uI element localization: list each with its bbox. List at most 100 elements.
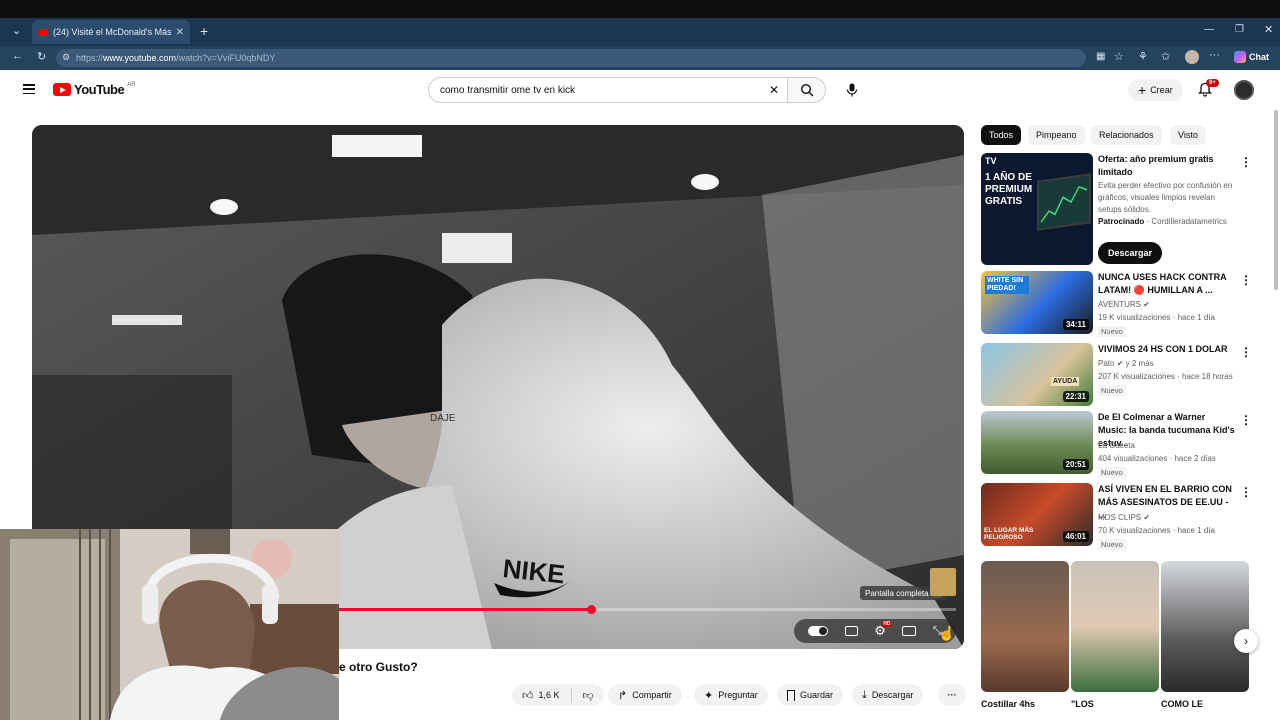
youtube-play-icon — [53, 83, 71, 96]
ad-thumb-headline: 1 AÑO DE PREMIUM GRATIS — [985, 172, 1032, 208]
rec-thumb-text-4: EL LUGAR MÁS PELIGROSO — [984, 527, 1034, 541]
youtube-logo[interactable]: YouTube AR — [53, 82, 136, 97]
rec-thumbnail-4[interactable]: EL LUGAR MÁS PELIGROSO 46:01 — [981, 483, 1093, 546]
menu-hamburger-icon[interactable] — [23, 84, 35, 94]
subtitles-icon[interactable] — [844, 626, 858, 636]
url-field[interactable]: ⚙ https://www.youtube.com/watch?v=VviFU0… — [56, 49, 1086, 67]
mouse-cursor-icon: ☝ — [938, 625, 956, 641]
copilot-chat-button[interactable]: Chat — [1234, 49, 1269, 65]
channel-name: Pato — [1098, 359, 1115, 368]
save-label: Guardar — [800, 690, 834, 700]
thumbs-down-icon[interactable]: 👎︎ — [583, 689, 594, 702]
ad-advertiser: Cordilleradatametrics — [1151, 217, 1227, 226]
favorites-icon[interactable]: ✩ — [1161, 50, 1170, 63]
clear-search-icon[interactable]: ✕ — [769, 83, 779, 97]
country-code: AR — [127, 82, 136, 88]
create-button[interactable]: + Crear — [1128, 79, 1183, 101]
save-button[interactable]: Guardar — [777, 684, 844, 706]
notifications-button[interactable]: 9+ — [1198, 79, 1219, 102]
tab-close-icon[interactable]: ✕ — [176, 27, 184, 38]
ad-thumb-line3: GRATIS — [985, 196, 1023, 207]
verified-icon: ✔ — [1116, 359, 1124, 368]
rec-title-2[interactable]: VIVIMOS 24 HS CON 1 DOLAR — [1098, 343, 1236, 356]
chip-pimpeano[interactable]: Pimpeano — [1028, 125, 1085, 145]
ad-sponsor-line: Patrocinado · Cordilleradatametrics — [1098, 217, 1227, 226]
more-menu-icon[interactable]: ··· — [1209, 49, 1220, 61]
share-button[interactable]: ↱ Compartir — [608, 684, 682, 706]
notification-badge: 9+ — [1206, 79, 1219, 87]
tab-youtube[interactable]: (24) Visité el McDonald's Más Anti ✕ — [32, 20, 190, 44]
rec-menu-icon-3[interactable]: ⋮ — [1240, 413, 1252, 427]
short-thumbnail-1[interactable] — [981, 561, 1069, 692]
ad-title[interactable]: Oferta: año premium gratis limitado — [1098, 153, 1236, 179]
download-button[interactable]: ⤓ Descargar — [852, 684, 924, 706]
tab-title: (24) Visité el McDonald's Más Anti — [53, 27, 171, 37]
tooltip-label: Pantalla completa — [865, 588, 929, 598]
url-prefix: https:// — [76, 53, 104, 63]
like-button[interactable]: 👍︎ 1,6 K 👎︎ — [512, 684, 604, 706]
more-actions-icon[interactable]: ··· — [938, 684, 966, 706]
download-icon: ⤓ — [862, 688, 867, 701]
url-path: /watch?v=VviFU0qbNDY — [176, 53, 276, 63]
extensions-icon[interactable]: ⚘ — [1138, 50, 1148, 63]
rec-title-1[interactable]: NUNCA USES HACK CONTRA LATAM! 🔴 HUMILLAN… — [1098, 271, 1236, 297]
app-install-icon[interactable]: ▦ — [1096, 51, 1105, 62]
channel-extra: y 2 más — [1125, 359, 1154, 368]
ad-download-button[interactable]: Descargar — [1098, 242, 1163, 264]
short-thumbnail-2[interactable] — [1071, 561, 1159, 692]
ad-brand-mark: TV — [985, 156, 997, 166]
short-thumbnail-3[interactable] — [1161, 561, 1249, 692]
ask-button[interactable]: ✦ Preguntar — [694, 684, 768, 706]
rec-thumbnail-3[interactable]: 20:51 — [981, 411, 1093, 474]
back-icon[interactable]: ← — [12, 50, 23, 62]
rec-channel-1: AVENTURS ✔ — [1098, 298, 1150, 311]
site-info-icon[interactable]: ⚙ — [62, 52, 70, 63]
voice-search-button[interactable] — [841, 79, 863, 101]
rec-thumb-text-2: AYUDA — [1051, 377, 1080, 386]
ad-menu-icon[interactable]: ⋮ — [1240, 155, 1252, 169]
minimize-icon[interactable]: — — [1204, 24, 1214, 35]
short-title-1[interactable]: Costillar 4hs — [981, 699, 1035, 709]
progress-played — [338, 608, 592, 611]
bookmark-icon — [787, 689, 795, 701]
rec-meta-1: 19 K visualizaciones · hace 1 día — [1098, 313, 1215, 322]
tab-list-icon[interactable]: ⌄ — [12, 24, 21, 37]
progress-bar[interactable] — [338, 605, 956, 614]
ad-thumb-line1: 1 AÑO DE — [985, 172, 1032, 183]
page-scrollbar[interactable] — [1274, 110, 1278, 290]
rec-menu-icon-4[interactable]: ⋮ — [1240, 485, 1252, 499]
profile-avatar[interactable] — [1185, 50, 1199, 64]
chip-all[interactable]: Todos — [981, 125, 1022, 145]
settings-gear-icon[interactable]: ⚙ HD — [874, 621, 892, 639]
theater-mode-icon[interactable] — [902, 626, 917, 636]
search-button[interactable] — [788, 77, 826, 103]
channel-name: AVENTURS — [1098, 300, 1141, 309]
autoplay-toggle[interactable] — [808, 626, 829, 636]
rec-menu-icon-1[interactable]: ⋮ — [1240, 273, 1252, 287]
rec-channel-2: Pato ✔ y 2 más — [1098, 357, 1154, 370]
rec-thumbnail-2[interactable]: AYUDA 22:31 — [981, 343, 1093, 406]
new-badge: Nuevo — [1098, 539, 1126, 550]
storyboard-thumbnail — [930, 568, 956, 596]
window-close-icon[interactable]: ✕ — [1264, 23, 1273, 36]
search-input[interactable]: como transmitir ome tv en kick ✕ — [428, 77, 788, 103]
create-label: Crear — [1150, 85, 1173, 95]
favorite-star-icon[interactable]: ☆ — [1114, 50, 1124, 63]
chip-related[interactable]: Relacionados — [1091, 125, 1162, 145]
rec-menu-icon-2[interactable]: ⋮ — [1240, 345, 1252, 359]
search-query: como transmitir ome tv en kick — [440, 84, 576, 96]
short-title-3[interactable]: COMO LE — [1161, 699, 1203, 709]
ad-thumbnail[interactable]: TV 1 AÑO DE PREMIUM GRATIS — [981, 153, 1093, 265]
webcam-overlay — [0, 529, 339, 720]
rec-meta-4: 70 K visualizaciones · hace 1 día — [1098, 526, 1215, 535]
rec-meta-3: 404 visualizaciones · hace 2 días — [1098, 454, 1216, 463]
maximize-icon[interactable]: ❐ — [1235, 24, 1244, 35]
new-tab-icon[interactable]: + — [200, 23, 208, 39]
short-title-2[interactable]: "LOS — [1071, 699, 1094, 709]
rec-thumbnail-1[interactable]: WHITE SIN PIEDAD! 34:11 — [981, 271, 1093, 334]
neck-tattoo-text: DAJE — [430, 413, 456, 424]
chip-watched[interactable]: Visto — [1170, 125, 1206, 145]
account-avatar[interactable] — [1234, 80, 1254, 100]
reload-icon[interactable]: ↻ — [37, 50, 46, 63]
shorts-next-button[interactable]: › — [1234, 629, 1258, 653]
